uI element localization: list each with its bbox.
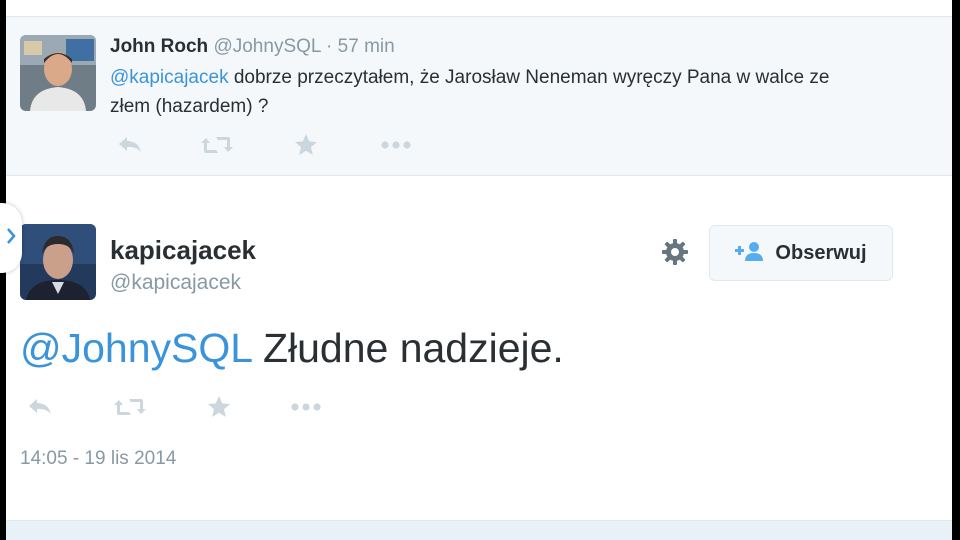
reply-icon[interactable] <box>116 131 144 159</box>
avatar[interactable] <box>20 35 96 111</box>
side-nav-tab[interactable] <box>0 203 22 273</box>
main-tweet: kapicajacek @kapicajacek Obserwuj @Johny… <box>6 176 952 520</box>
tweet-timestamp[interactable]: 14:05 - 19 lis 2014 <box>20 448 176 470</box>
more-icon[interactable] <box>380 131 412 159</box>
retweet-icon[interactable] <box>200 131 234 159</box>
separator-dot: · <box>326 36 333 57</box>
mention-link[interactable]: @JohnySQL <box>20 325 252 371</box>
retweet-icon[interactable] <box>113 393 147 421</box>
mention-link[interactable]: @kapicajacek <box>110 67 229 88</box>
chevron-right-icon <box>6 227 16 250</box>
tweet-age[interactable]: 57 min <box>338 36 395 57</box>
avatar[interactable] <box>20 224 96 300</box>
reply-header: John Roch @JohnySQL · 57 min <box>110 36 395 58</box>
tweet-body: Złudne nadzieje. <box>251 325 564 371</box>
add-user-icon <box>735 240 765 267</box>
follow-label: Obserwuj <box>775 241 867 264</box>
author-handle[interactable]: @JohnySQL <box>213 36 320 57</box>
gear-icon[interactable] <box>660 237 690 267</box>
author-handle[interactable]: @kapicajacek <box>110 271 241 295</box>
reply-icon[interactable] <box>26 393 54 421</box>
reply-tweet-actions <box>110 131 430 159</box>
favorite-icon[interactable] <box>206 393 232 421</box>
more-icon[interactable] <box>290 393 322 421</box>
tweet-text: @JohnySQL Złudne nadzieje. <box>20 325 564 372</box>
favorite-icon[interactable] <box>293 131 319 159</box>
previous-tweet-edge <box>6 0 952 17</box>
tweet-actions <box>20 393 340 421</box>
author-name[interactable]: kapicajacek <box>110 235 256 266</box>
reply-tweet[interactable]: John Roch @JohnySQL · 57 min @kapicajace… <box>6 17 952 176</box>
next-section-edge <box>6 520 952 540</box>
author-name[interactable]: John Roch <box>110 36 208 57</box>
reply-tweet-text: @kapicajacek dobrze przeczytałem, że Jar… <box>110 63 850 121</box>
follow-button[interactable]: Obserwuj <box>709 225 893 281</box>
tweet-page: John Roch @JohnySQL · 57 min @kapicajace… <box>6 0 952 540</box>
